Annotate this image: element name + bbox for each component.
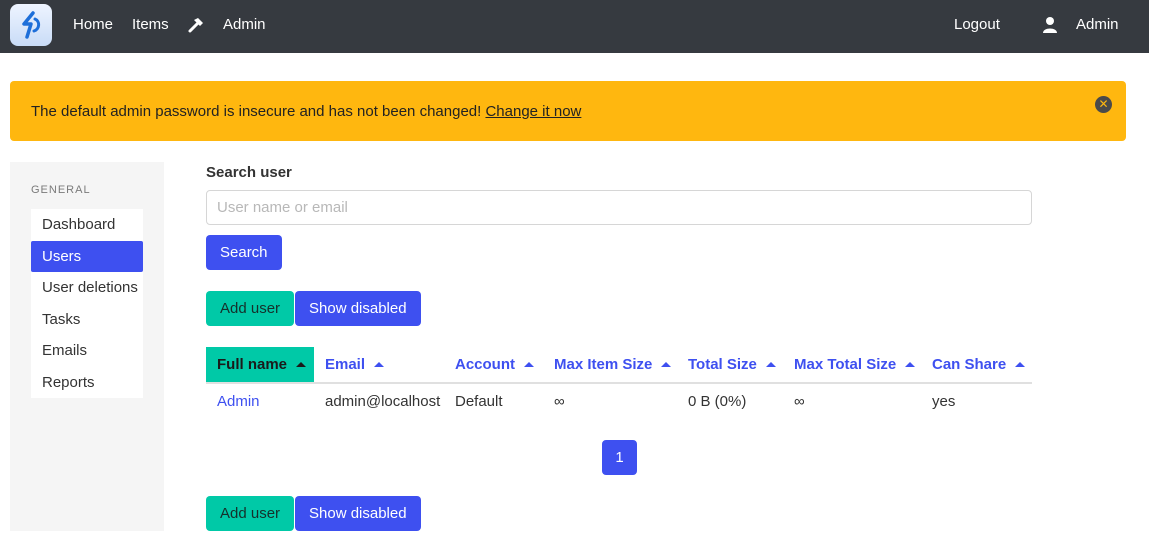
column-header-max-item-size[interactable]: Max Item Size — [543, 347, 677, 382]
header-label: Total Size — [688, 356, 757, 373]
nav-logout[interactable]: Logout — [954, 0, 1000, 53]
banner-message: The default admin password is insecure a… — [31, 103, 581, 120]
column-header-account[interactable]: Account — [444, 347, 543, 382]
sort-asc-icon — [765, 362, 776, 367]
sort-asc-icon — [905, 362, 916, 367]
cell-max-total-size: ∞ — [794, 393, 805, 410]
header-label: Max Item Size — [554, 356, 653, 373]
header-label: Account — [455, 356, 515, 373]
sidebar-section-title: General — [31, 184, 91, 196]
cell-total-size: 0 B (0%) — [688, 393, 747, 410]
add-user-button-bottom[interactable]: Add user — [206, 496, 295, 531]
sort-asc-icon — [1015, 362, 1026, 367]
top-navbar: Home Items Admin Logout Admin — [0, 0, 1149, 53]
sidebar-item-tasks[interactable]: Tasks — [31, 303, 143, 335]
sort-asc-icon — [524, 362, 534, 367]
nav-home[interactable]: Home — [73, 0, 113, 53]
cell-can-share: yes — [932, 393, 956, 410]
column-header-email[interactable]: Email — [314, 347, 444, 382]
nav-user[interactable]: Admin — [1076, 0, 1119, 53]
sidebar-item-dashboard[interactable]: Dashboard — [31, 209, 143, 241]
sidebar-item-user-deletions[interactable]: User deletions — [31, 272, 143, 304]
column-header-can-share[interactable]: Can Share — [921, 347, 1032, 382]
banner-text: The default admin password is insecure a… — [31, 103, 482, 120]
close-icon[interactable]: ✕ — [1095, 96, 1112, 113]
nav-admin[interactable]: Admin — [223, 0, 266, 53]
add-user-button[interactable]: Add user — [206, 291, 295, 326]
header-label: Can Share — [932, 356, 1007, 373]
warning-banner: The default admin password is insecure a… — [10, 81, 1126, 141]
header-label: Email — [325, 356, 366, 373]
user-name-link[interactable]: Admin — [217, 393, 260, 410]
column-header-full-name[interactable]: Full name — [206, 347, 314, 382]
column-header-max-total-size[interactable]: Max Total Size — [783, 347, 921, 382]
sort-asc-icon — [374, 362, 385, 367]
sort-asc-icon — [661, 362, 672, 367]
change-password-link[interactable]: Change it now — [485, 103, 581, 120]
search-button[interactable]: Search — [206, 235, 282, 270]
nav-items[interactable]: Items — [132, 0, 169, 53]
user-icon — [1043, 17, 1057, 33]
cell-account: Default — [455, 393, 503, 410]
sort-asc-icon — [296, 362, 307, 367]
search-label: Search user — [206, 164, 292, 181]
app-logo[interactable] — [10, 4, 52, 46]
show-disabled-button-bottom[interactable]: Show disabled — [295, 496, 421, 531]
logo-icon — [22, 11, 41, 39]
page-button-current[interactable]: 1 — [602, 440, 637, 475]
sidebar-item-reports[interactable]: Reports — [31, 366, 143, 398]
sidebar-item-emails[interactable]: Emails — [31, 335, 143, 367]
column-header-total-size[interactable]: Total Size — [677, 347, 783, 382]
search-input[interactable] — [206, 190, 1032, 225]
cell-email: admin@localhost — [325, 393, 441, 410]
header-label: Full name — [217, 356, 288, 373]
cell-max-item-size: ∞ — [554, 393, 565, 410]
hammer-icon — [188, 18, 203, 33]
sidebar: General Dashboard Users User deletions T… — [10, 162, 164, 531]
show-disabled-button[interactable]: Show disabled — [295, 291, 421, 326]
sidebar-item-users[interactable]: Users — [31, 240, 143, 272]
header-label: Max Total Size — [794, 356, 897, 373]
sidebar-menu: Dashboard Users User deletions Tasks Ema… — [31, 209, 143, 398]
